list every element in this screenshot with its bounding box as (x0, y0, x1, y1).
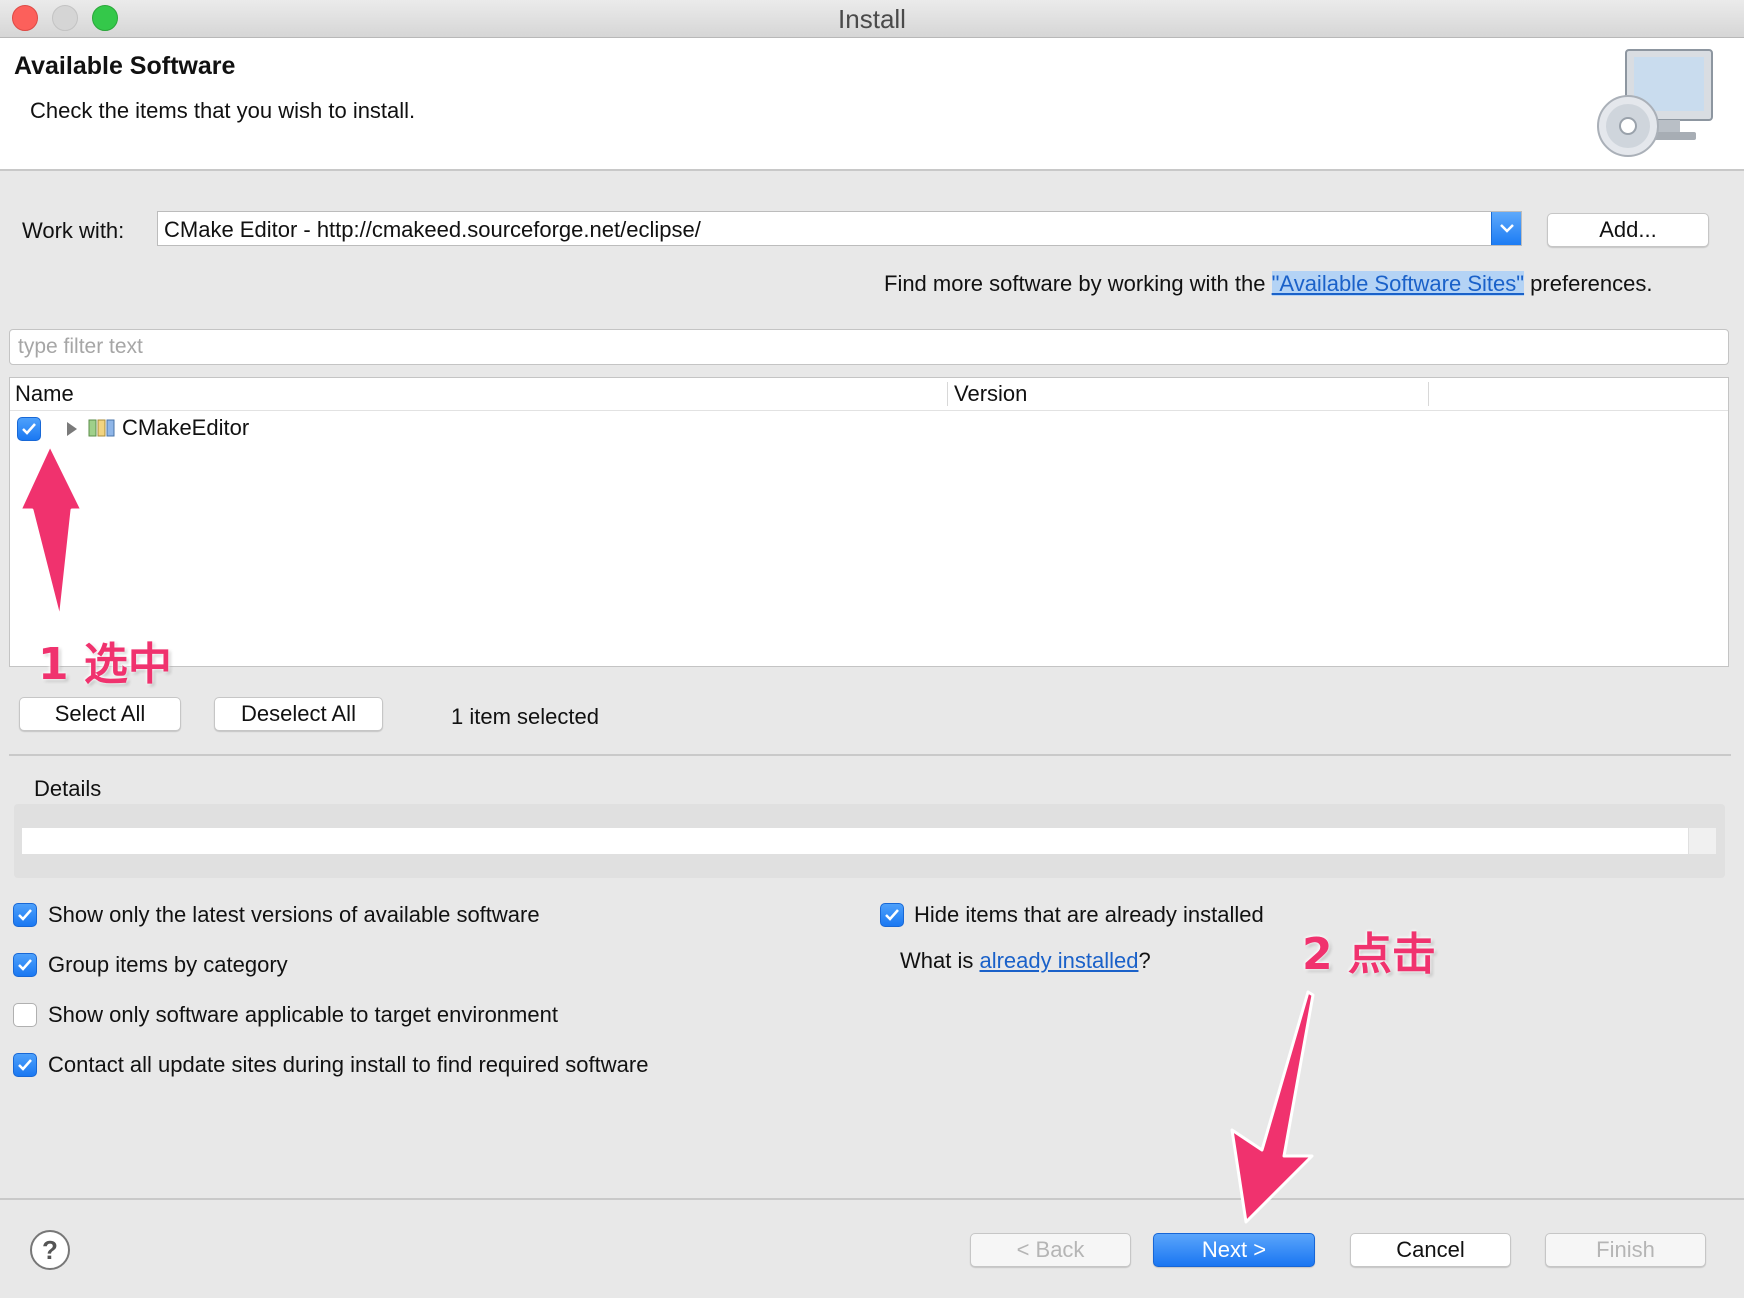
annotation-arrow-1 (18, 443, 84, 622)
annotation-arrow-2 (1230, 990, 1315, 1224)
annotation-step-2: 2 点击 (1302, 929, 1436, 980)
annotation-step-1: 1 选中 (38, 639, 172, 690)
annotation-arrows (18, 443, 1315, 1224)
